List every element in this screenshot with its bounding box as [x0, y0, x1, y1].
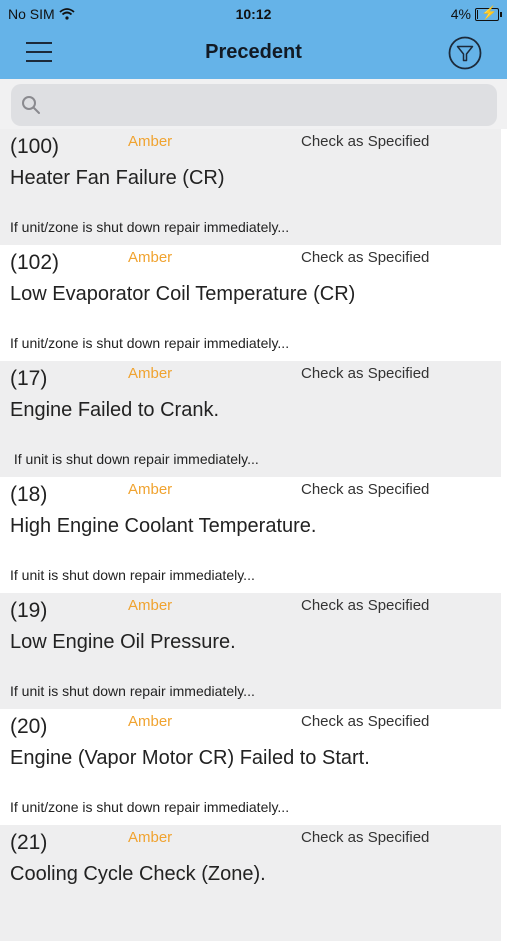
alarm-name: Cooling Cycle Check (Zone). [10, 863, 266, 885]
alarm-name: Engine Failed to Crank. [10, 399, 220, 421]
action-label: Check as Specified [301, 249, 430, 266]
alarm-note: If unit is shut down repair immediately.… [10, 451, 259, 467]
list-item[interactable]: (17) Amber Check as Specified Engine Fai… [0, 361, 501, 477]
severity-label: Amber [128, 597, 173, 614]
severity-label: Amber [128, 481, 173, 498]
alarm-note: If unit is shut down repair immediately.… [10, 567, 255, 583]
severity-label: Amber [128, 713, 173, 730]
action-label: Check as Specified [301, 365, 430, 382]
alarm-code: (19) [10, 599, 48, 622]
list-item[interactable]: (102) Amber Check as Specified Low Evapo… [0, 245, 501, 361]
search-input[interactable] [51, 84, 485, 128]
action-label: Check as Specified [301, 713, 430, 730]
list-item[interactable]: (21) Amber Check as Specified Cooling Cy… [0, 825, 501, 941]
severity-label: Amber [128, 133, 173, 150]
page-title: Precedent [205, 41, 302, 63]
list-item[interactable]: (100) Amber Check as Specified Heater Fa… [0, 129, 501, 245]
alarm-note: If unit/zone is shut down repair immedia… [10, 335, 290, 351]
status-bar: No SIM 10:12 4% ⚡ [0, 0, 507, 28]
list-item[interactable]: (18) Amber Check as Specified High Engin… [0, 477, 501, 593]
alarm-name: Engine (Vapor Motor CR) Failed to Start. [10, 747, 370, 769]
alarm-note: If unit is shut down repair immediately.… [10, 683, 255, 699]
alarm-name: Heater Fan Failure (CR) [10, 167, 225, 189]
search-bar[interactable] [11, 84, 497, 128]
action-label: Check as Specified [301, 597, 430, 614]
alarm-code: (17) [10, 367, 48, 390]
list-item[interactable]: (20) Amber Check as Specified Engine (Va… [0, 709, 501, 825]
list-item[interactable]: (19) Amber Check as Specified Low Engine… [0, 593, 501, 709]
search-icon [22, 96, 40, 114]
battery-status: 4% ⚡ [450, 5, 502, 22]
alarm-note: If unit/zone is shut down repair immedia… [10, 799, 290, 815]
battery-percent: 4% [450, 6, 471, 22]
severity-label: Amber [128, 829, 173, 846]
alarm-name: Low Evaporator Coil Temperature (CR) [10, 283, 356, 305]
alarm-code: (100) [10, 135, 60, 158]
severity-label: Amber [128, 365, 173, 382]
search-bar-container [0, 79, 507, 129]
status-time: 10:12 [235, 6, 272, 22]
alarm-code: (18) [10, 483, 48, 506]
app-header: No SIM 10:12 4% ⚡ Precedent [0, 0, 507, 79]
severity-label: Amber [128, 249, 173, 266]
alarm-code: (20) [10, 715, 48, 738]
alarm-code: (102) [10, 251, 60, 274]
filter-icon[interactable] [448, 36, 482, 70]
action-label: Check as Specified [301, 481, 430, 498]
alarm-code: (21) [10, 831, 48, 854]
alarm-list: (100) Amber Check as Specified Heater Fa… [0, 129, 501, 941]
navigation-bar: Precedent [0, 28, 507, 79]
alarm-name: Low Engine Oil Pressure. [10, 631, 236, 653]
battery-icon: ⚡ [475, 5, 502, 21]
action-label: Check as Specified [301, 829, 430, 846]
alarm-note: If unit/zone is shut down repair immedia… [10, 219, 290, 235]
alarm-name: High Engine Coolant Temperature. [10, 515, 317, 537]
action-label: Check as Specified [301, 133, 430, 150]
